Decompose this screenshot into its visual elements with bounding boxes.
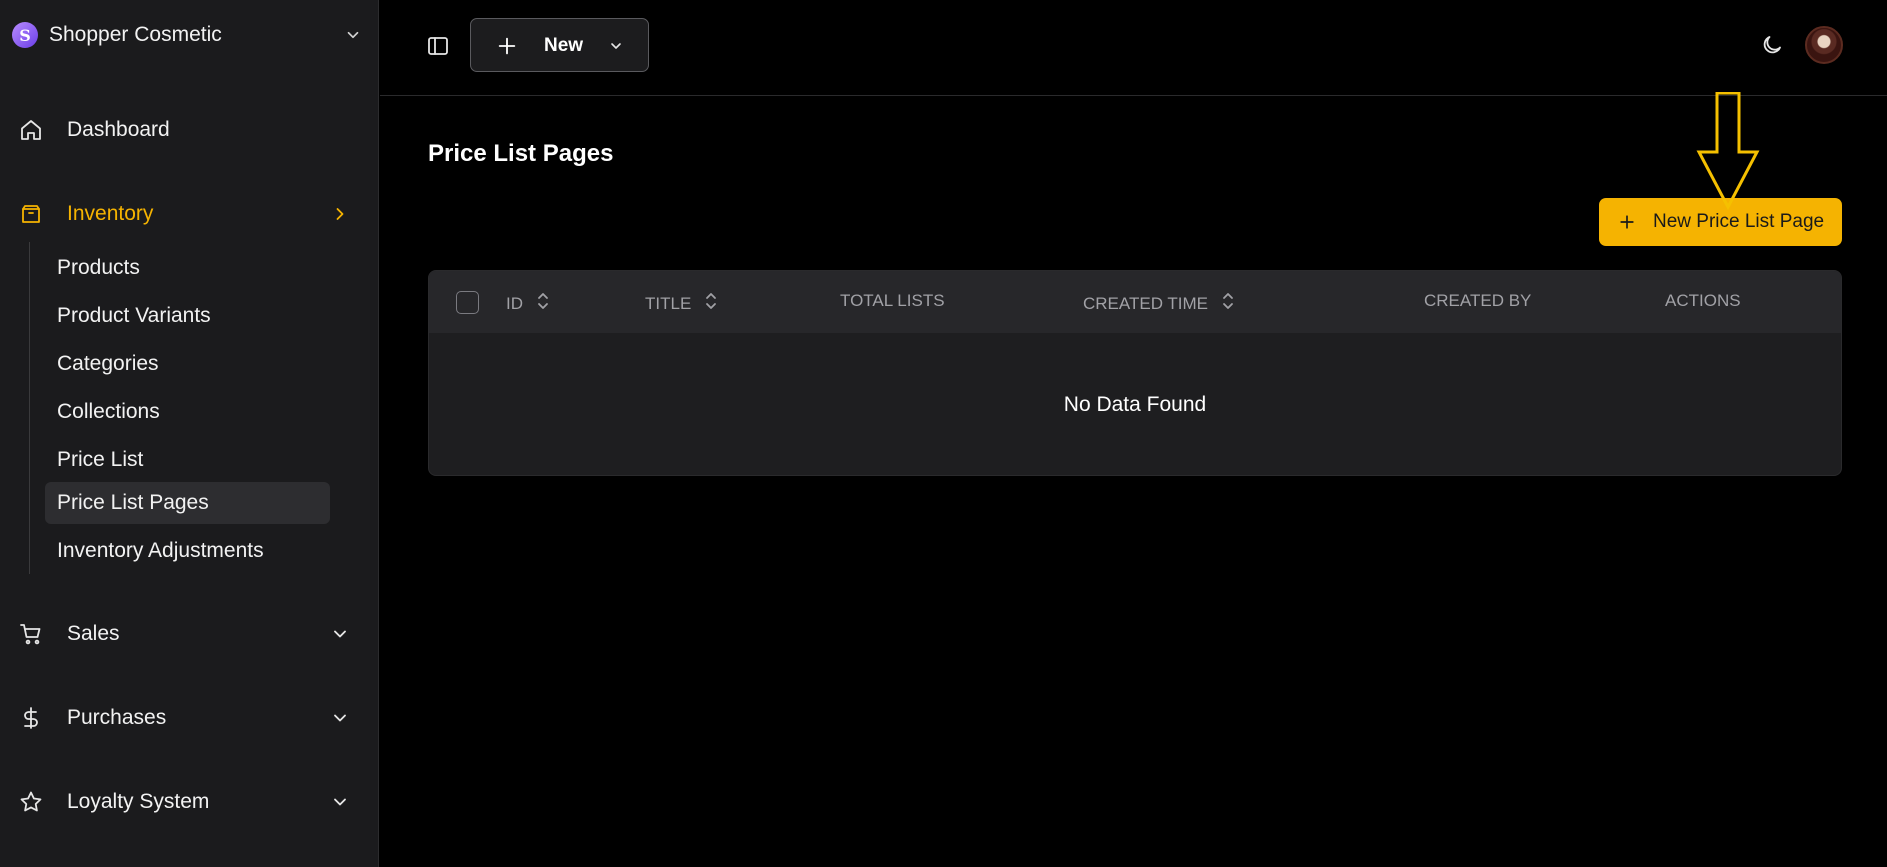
- sidebar-item-inventory-adjustments[interactable]: Inventory Adjustments: [45, 530, 330, 572]
- new-button[interactable]: New: [470, 18, 649, 72]
- select-all-checkbox[interactable]: [456, 291, 479, 314]
- sort-icon: [703, 291, 719, 316]
- column-label-id: ID: [506, 293, 523, 313]
- package-icon: [18, 201, 44, 227]
- brand-name: Shopper Cosmetic: [49, 23, 222, 46]
- inventory-submenu: Products Product Variants Categories Col…: [29, 242, 349, 574]
- empty-state-message: No Data Found: [1063, 393, 1207, 416]
- moon-icon[interactable]: [1758, 31, 1786, 59]
- dollar-icon: [18, 705, 44, 731]
- sidebar-item-collections[interactable]: Collections: [45, 391, 330, 433]
- sort-icon: [535, 291, 551, 316]
- brand-logo: S: [12, 22, 38, 48]
- annotation-arrow: [1696, 92, 1760, 211]
- column-label-title: TITLE: [645, 293, 692, 313]
- chevron-down-icon: [330, 624, 350, 649]
- column-label-total-lists: TOTAL LISTS: [840, 291, 945, 310]
- sidebar-item-categories[interactable]: Categories: [45, 343, 330, 385]
- column-header-created-time[interactable]: CREATED TIME: [1083, 291, 1236, 316]
- home-icon: [18, 117, 44, 143]
- plus-icon: [1617, 212, 1637, 237]
- nav-loyalty-label: Loyalty System: [67, 790, 210, 813]
- nav-inventory[interactable]: Inventory: [18, 196, 360, 232]
- sidebar-item-products[interactable]: Products: [45, 247, 330, 289]
- sort-icon: [1220, 291, 1236, 316]
- nav-purchases[interactable]: Purchases: [18, 700, 360, 736]
- nav-dashboard[interactable]: Dashboard: [18, 112, 360, 148]
- new-price-list-page-label: New Price List Page: [1653, 211, 1825, 232]
- nav-inventory-label: Inventory: [67, 202, 154, 225]
- star-icon: [18, 789, 44, 815]
- sidebar-item-product-variants[interactable]: Product Variants: [45, 295, 330, 337]
- price-list-pages-table: ID TITLE TOTAL LISTS CREATED TIME CREATE…: [428, 270, 1842, 476]
- nav-purchases-label: Purchases: [67, 706, 167, 729]
- chevron-right-icon: [330, 204, 350, 229]
- column-label-actions: ACTIONS: [1665, 291, 1741, 310]
- sidebar-item-price-list[interactable]: Price List: [45, 439, 330, 481]
- sidebar-item-price-list-pages[interactable]: Price List Pages: [45, 482, 330, 524]
- table-header: ID TITLE TOTAL LISTS CREATED TIME CREATE…: [429, 271, 1841, 333]
- cart-icon: [18, 621, 44, 647]
- nav-loyalty-system[interactable]: Loyalty System: [18, 784, 360, 820]
- sidebar-toggle-icon[interactable]: [424, 32, 452, 60]
- workspace-switcher[interactable]: S Shopper Cosmetic: [12, 20, 362, 50]
- user-avatar[interactable]: [1805, 26, 1843, 64]
- nav-dashboard-label: Dashboard: [67, 118, 170, 141]
- chevron-down-icon: [330, 708, 350, 733]
- chevron-down-icon: [608, 38, 624, 59]
- plus-icon: [496, 35, 518, 62]
- column-header-title[interactable]: TITLE: [645, 291, 719, 316]
- column-header-id[interactable]: ID: [506, 291, 551, 316]
- sidebar: S Shopper Cosmetic Dashboard Inventory P…: [0, 0, 379, 867]
- page-title: Price List Pages: [428, 140, 614, 167]
- column-header-total-lists: TOTAL LISTS: [840, 291, 945, 311]
- nav-sales-label: Sales: [67, 622, 120, 645]
- new-button-label: New: [544, 35, 584, 56]
- column-label-created-by: CREATED BY: [1424, 291, 1532, 310]
- nav-sales[interactable]: Sales: [18, 616, 360, 652]
- column-header-created-by: CREATED BY: [1424, 291, 1531, 311]
- column-label-created-time: CREATED TIME: [1083, 293, 1208, 313]
- top-bar: New: [380, 0, 1887, 96]
- chevron-down-icon: [344, 26, 362, 49]
- chevron-down-icon: [330, 792, 350, 817]
- column-header-actions: ACTIONS: [1665, 291, 1741, 311]
